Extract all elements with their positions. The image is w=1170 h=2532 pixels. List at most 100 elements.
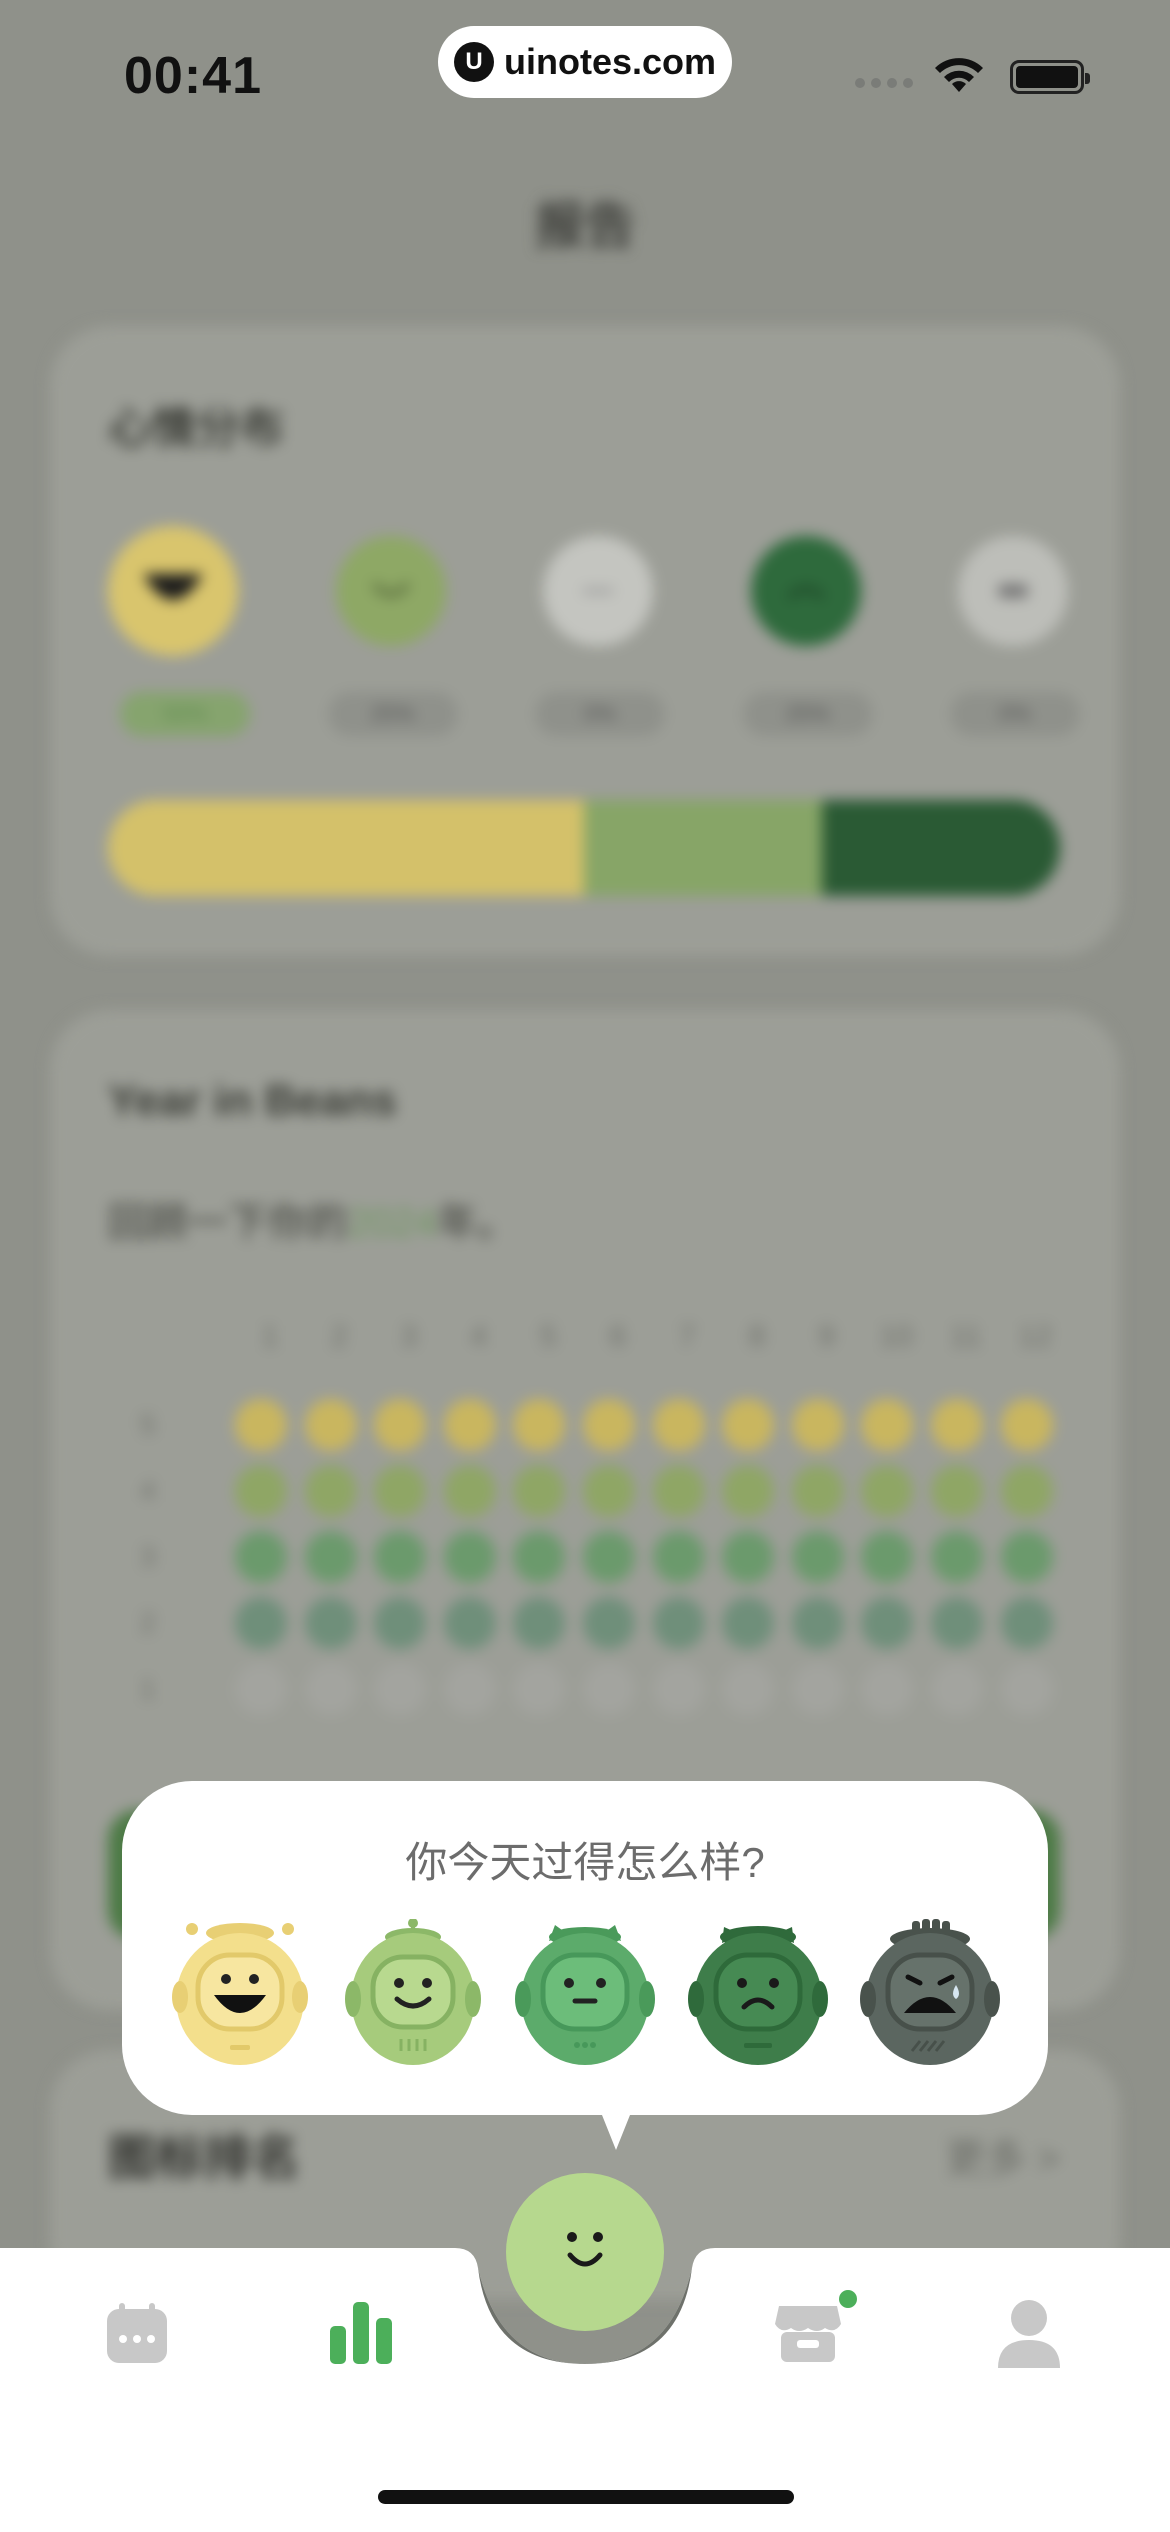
year-card-subtitle: 回顾一下你的2024年。 — [108, 1201, 517, 1245]
row-label: 1 — [140, 1673, 156, 1704]
bean-dot — [304, 1531, 357, 1583]
month-label: 11 — [950, 1320, 982, 1353]
very-happy-face-icon — [108, 526, 238, 656]
bean-dot — [930, 1531, 983, 1583]
rank-card-title: 图标排名 — [108, 2132, 301, 2185]
month-label: 10 — [879, 1320, 913, 1353]
month-label: 7 — [679, 1320, 696, 1353]
mood-percent-badge: 0% — [950, 692, 1080, 736]
bean-dot — [722, 1531, 775, 1583]
bean-dot — [235, 1597, 287, 1649]
bean-dot — [513, 1597, 566, 1649]
person-icon — [998, 2300, 1060, 2368]
sad-face-icon — [750, 536, 861, 646]
page-title: 报告 — [535, 198, 635, 254]
bean-dot — [652, 1597, 705, 1649]
bean-dot — [1000, 1399, 1053, 1451]
month-label: 3 — [400, 1320, 418, 1353]
battery-icon — [1010, 60, 1090, 94]
mood-option-great[interactable] — [170, 1919, 310, 2069]
bean-dot — [513, 1531, 566, 1583]
month-label: 5 — [539, 1320, 557, 1353]
bean-dot — [861, 1399, 914, 1451]
mood-distribution-bar — [108, 800, 1060, 896]
bean-grid-row: 1 — [140, 1656, 1070, 1722]
bean-dot — [791, 1399, 844, 1451]
add-mood-button[interactable] — [506, 2173, 664, 2331]
mood-option-good[interactable] — [343, 1919, 483, 2069]
home-indicator — [378, 2490, 794, 2504]
bean-dot — [791, 1531, 844, 1583]
mood-option-okay[interactable] — [515, 1919, 655, 2069]
row-label: 5 — [140, 1409, 156, 1440]
month-label: 12 — [1018, 1320, 1053, 1353]
bean-dot — [235, 1465, 287, 1517]
watermark: U uinotes.com — [438, 26, 732, 98]
mood-option-awful[interactable] — [860, 1919, 1000, 2069]
bean-dot — [861, 1597, 914, 1649]
popover-tail — [600, 2110, 632, 2150]
store-notification-badge — [839, 2290, 857, 2308]
bean-dot — [304, 1597, 357, 1649]
month-label: 8 — [748, 1320, 766, 1353]
bean-dot — [513, 1465, 566, 1517]
bean-dot — [722, 1597, 775, 1649]
bean-dot — [374, 1465, 427, 1517]
row-label: 4 — [140, 1475, 156, 1506]
mood-faces-row — [108, 526, 1068, 656]
bean-dot — [374, 1663, 427, 1715]
bean-dot — [652, 1531, 705, 1583]
bean-dot — [930, 1597, 983, 1649]
bean-dot — [513, 1663, 566, 1715]
bean-dot — [861, 1663, 914, 1715]
mood-bar-segment — [584, 800, 822, 896]
bean-dot — [235, 1663, 287, 1715]
mood-percent-badge: 25% — [742, 692, 873, 736]
bean-dot — [930, 1399, 983, 1451]
bean-dot — [513, 1399, 566, 1451]
cellular-signal-icon — [855, 78, 913, 88]
bean-dot — [443, 1399, 496, 1451]
row-label: 3 — [140, 1541, 156, 1572]
bean-grid: 5 4 3 2 1 — [140, 1392, 1070, 1722]
bean-dot — [722, 1399, 775, 1451]
bean-dot — [861, 1531, 914, 1583]
bean-dot — [374, 1597, 427, 1649]
tab-report[interactable] — [316, 2288, 406, 2378]
bean-dot — [304, 1399, 357, 1451]
mood-bar-segment — [822, 800, 1060, 896]
month-label: 6 — [609, 1320, 627, 1353]
mood-option-bad[interactable] — [687, 1919, 828, 2069]
rank-more-link[interactable]: 更多 > — [946, 2126, 1060, 2184]
month-labels: 1 2 3 4 5 6 7 8 9 10 11 12 — [235, 1320, 1070, 1354]
tab-calendar[interactable] — [92, 2288, 182, 2378]
bean-dot — [791, 1597, 844, 1649]
watermark-text: uinotes.com — [503, 41, 717, 82]
calendar-icon — [107, 2303, 167, 2363]
bean-dot — [304, 1465, 357, 1517]
bean-dot — [1000, 1531, 1053, 1583]
bean-dot — [652, 1465, 705, 1517]
month-label: 2 — [331, 1320, 348, 1353]
bean-dot — [1000, 1597, 1053, 1649]
mood-card-title: 心情分布 — [108, 404, 284, 453]
bean-grid-row: 4 — [140, 1458, 1070, 1524]
bean-grid-row: 5 — [140, 1392, 1070, 1458]
status-bar: 00:41 U uinotes.com — [0, 0, 1170, 140]
bean-dot — [374, 1531, 427, 1583]
neutral-face-icon — [543, 536, 653, 646]
bean-dot — [443, 1465, 496, 1517]
bean-dot — [722, 1465, 775, 1517]
store-icon — [775, 2306, 841, 2362]
bean-dot — [930, 1663, 983, 1715]
bean-grid-row: 2 — [140, 1590, 1070, 1656]
bean-dot — [652, 1663, 705, 1715]
bean-dot — [443, 1597, 496, 1649]
bean-dot — [582, 1531, 635, 1583]
bean-dot — [582, 1663, 635, 1715]
tab-profile[interactable] — [984, 2288, 1074, 2378]
wifi-icon — [935, 58, 983, 92]
mood-bar-segment — [108, 800, 584, 896]
happy-face-icon — [335, 536, 446, 646]
bean-dot — [443, 1531, 496, 1583]
